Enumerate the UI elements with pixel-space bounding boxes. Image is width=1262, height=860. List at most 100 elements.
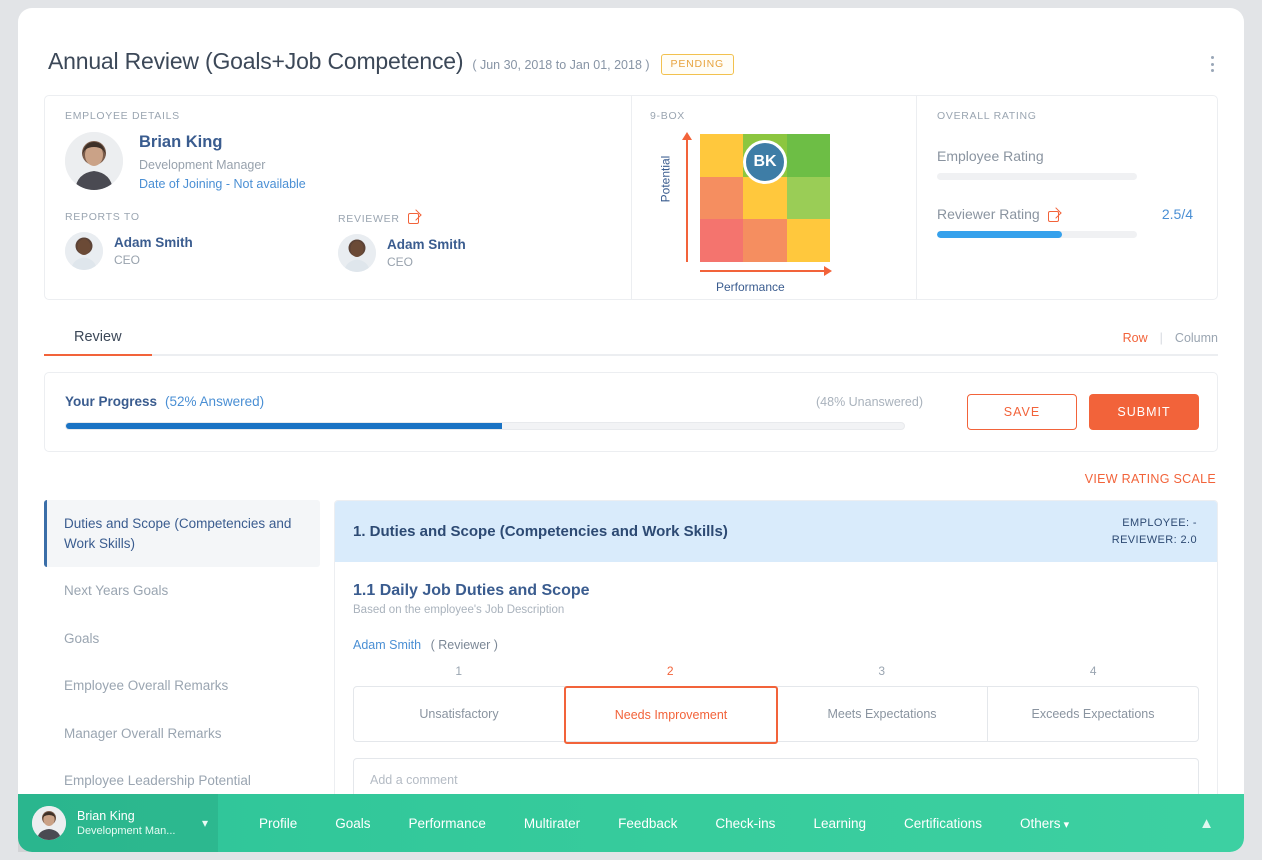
kebab-menu-icon[interactable] [1204, 54, 1220, 74]
rating-option-2[interactable]: Needs Improvement [564, 686, 778, 744]
bottom-navigation: Brian King Development Man... ▾ ProfileG… [18, 794, 1244, 852]
employee-rating-bar [937, 173, 1137, 180]
nav-user-menu[interactable]: Brian King Development Man... ▾ [18, 794, 218, 852]
chevron-down-icon[interactable]: ▾ [1061, 819, 1070, 831]
employee-details-section: EMPLOYEE DETAILS Brian King Development … [45, 96, 631, 299]
kebab-dot [1211, 63, 1214, 66]
option-number-3: 3 [776, 664, 988, 678]
rating-options: UnsatisfactoryNeeds ImprovementMeets Exp… [353, 686, 1199, 742]
section-title: 1. Duties and Scope (Competencies and Wo… [353, 523, 728, 540]
reports-to-label: REPORTS TO [65, 211, 338, 223]
submit-button[interactable]: SUBMIT [1089, 394, 1199, 430]
tab-bar: Review Row | Column [44, 322, 1218, 356]
related-people: REPORTS TO Adam Smith CEO REVIEWER [65, 211, 611, 272]
potential-axis-label: Potential [658, 156, 672, 203]
reviewer-label: REVIEWER [338, 211, 611, 225]
section-scores: EMPLOYEE: - REVIEWER: 2.0 [1112, 515, 1197, 548]
view-rating-scale-link[interactable]: VIEW RATING SCALE [18, 472, 1216, 486]
nine-box-chart: Potential Performance BK [650, 130, 898, 290]
option-number-1: 1 [353, 664, 565, 678]
nav-link-check-ins[interactable]: Check-ins [696, 816, 794, 831]
nine-box-section: 9-BOX Potential Performance BK [631, 96, 916, 299]
tab-review[interactable]: Review [44, 329, 152, 354]
question-title: 1.1 Daily Job Duties and Scope [353, 582, 1199, 600]
employee-date-of-joining[interactable]: Date of Joining - Not available [139, 177, 306, 191]
nine-box-cell-7 [700, 219, 743, 262]
reports-to-person[interactable]: Adam Smith CEO [65, 232, 338, 270]
nav-link-feedback[interactable]: Feedback [599, 816, 696, 831]
option-numbers: 1234 [353, 664, 1199, 678]
reviewer-rating-bar [937, 231, 1137, 238]
overall-rating-label: OVERALL RATING [937, 110, 1193, 122]
reviewer-rating-fill [937, 231, 1062, 238]
progress-unanswered: (48% Unanswered) [816, 395, 951, 409]
row-view-button[interactable]: Row [1123, 331, 1148, 345]
nav-link-certifications[interactable]: Certifications [885, 816, 1001, 831]
save-button[interactable]: SAVE [967, 394, 1077, 430]
nav-link-learning[interactable]: Learning [794, 816, 885, 831]
avatar [65, 232, 103, 270]
nine-box-position-badge[interactable]: BK [743, 140, 787, 184]
question-subtitle: Based on the employee's Job Description [353, 604, 1199, 616]
reviewer-role: CEO [387, 255, 466, 269]
page-header: Annual Review (Goals+Job Competence) ( J… [18, 8, 1244, 77]
nine-box-cell-8 [743, 219, 786, 262]
nav-link-others[interactable]: Others ▾ [1001, 816, 1088, 831]
row-column-toggle: Row | Column [1123, 331, 1218, 354]
progress-card: Your Progress (52% Answered) (48% Unansw… [44, 372, 1218, 452]
sidebar-item-next-years-goals[interactable]: Next Years Goals [44, 567, 320, 615]
sidebar-item-duties-and-scope-competencies-and-work-skills[interactable]: Duties and Scope (Competencies and Work … [44, 500, 320, 567]
nine-box-cell-1 [700, 134, 743, 177]
nine-box-label: 9-BOX [650, 110, 898, 122]
chevron-down-icon[interactable]: ▾ [202, 816, 208, 830]
reviewer-rating-value: 2.5/4 [1162, 206, 1193, 222]
nine-box-cell-6 [787, 177, 830, 220]
external-link-icon[interactable] [408, 213, 419, 224]
column-view-button[interactable]: Column [1175, 331, 1218, 345]
employee-primary: Brian King Development Manager Date of J… [65, 132, 611, 191]
nav-user-name: Brian King [77, 809, 175, 823]
overall-rating-section: OVERALL RATING Employee Rating Reviewer … [916, 96, 1217, 299]
sidebar-item-manager-overall-remarks[interactable]: Manager Overall Remarks [44, 710, 320, 758]
reviewer-block: REVIEWER Adam Smith CEO [338, 211, 611, 272]
rater-name[interactable]: Adam Smith [353, 638, 421, 652]
progress-bar [65, 422, 905, 430]
employee-role: Development Manager [139, 158, 306, 172]
progress-area: Your Progress (52% Answered) (48% Unansw… [65, 394, 951, 430]
nav-user-text: Brian King Development Man... [77, 809, 175, 837]
nav-link-performance[interactable]: Performance [390, 816, 505, 831]
reports-to-role: CEO [114, 253, 193, 267]
nine-box-cell-3 [787, 134, 830, 177]
rater-role: ( Reviewer ) [431, 638, 498, 652]
rating-option-3[interactable]: Meets Expectations [777, 687, 988, 741]
employee-name: Brian King [139, 133, 306, 152]
reviewer-label-text: REVIEWER [338, 213, 400, 225]
review-page-card: Annual Review (Goals+Job Competence) ( J… [18, 8, 1244, 852]
page-title: Annual Review (Goals+Job Competence) [48, 48, 463, 75]
nav-user-role: Development Man... [77, 825, 175, 837]
employee-rating-label: Employee Rating [937, 148, 1193, 164]
sidebar-item-goals[interactable]: Goals [44, 615, 320, 663]
question-rater: Adam Smith ( Reviewer ) [353, 638, 1199, 652]
sidebar-item-employee-overall-remarks[interactable]: Employee Overall Remarks [44, 662, 320, 710]
nav-link-goals[interactable]: Goals [316, 816, 389, 831]
employee-text: Brian King Development Manager Date of J… [139, 132, 306, 191]
chevron-up-icon[interactable]: ▲ [1199, 815, 1214, 832]
potential-axis-arrow [686, 134, 688, 262]
reports-to-block: REPORTS TO Adam Smith CEO [65, 211, 338, 272]
progress-answered: (52% Answered) [165, 394, 264, 409]
reviewer-person[interactable]: Adam Smith CEO [338, 234, 611, 272]
rating-option-4[interactable]: Exceeds Expectations [988, 687, 1198, 741]
kebab-dot [1211, 69, 1214, 72]
reports-to-name: Adam Smith [114, 235, 193, 250]
progress-bar-fill [66, 423, 502, 429]
status-badge: PENDING [661, 54, 734, 75]
nav-link-profile[interactable]: Profile [240, 816, 316, 831]
reviewer-name: Adam Smith [387, 237, 466, 252]
reviewer-rating-row: Reviewer Rating 2.5/4 [937, 206, 1193, 222]
external-link-icon[interactable] [1048, 211, 1059, 222]
rating-option-1[interactable]: Unsatisfactory [354, 687, 565, 741]
nine-box-cell-4 [700, 177, 743, 220]
reviewer-text: Adam Smith CEO [376, 237, 466, 269]
nav-link-multirater[interactable]: Multirater [505, 816, 599, 831]
